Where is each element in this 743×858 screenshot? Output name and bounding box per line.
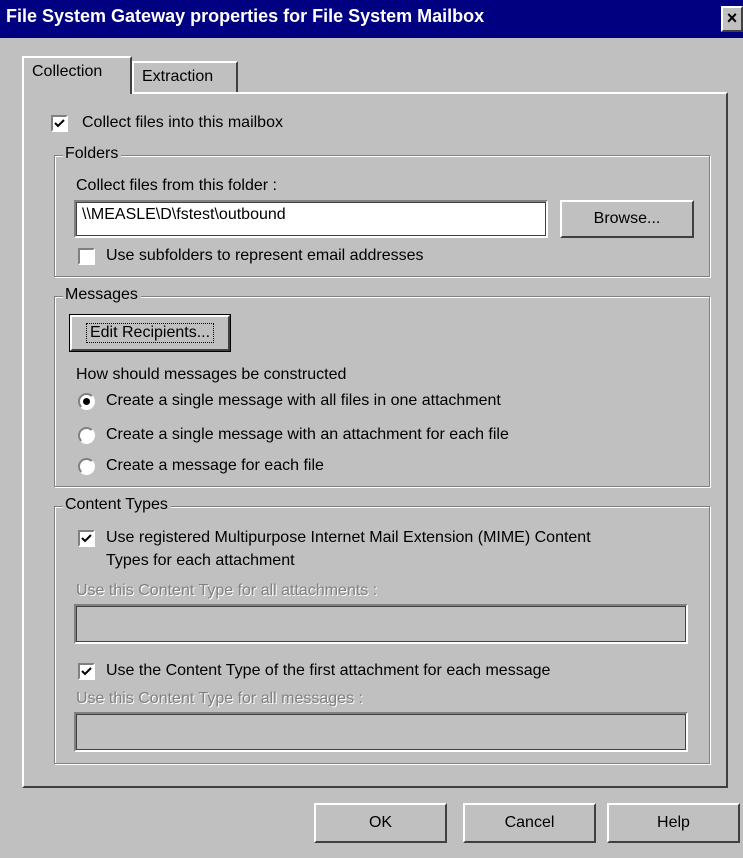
messages-content-type-input[interactable] [74,712,688,752]
messages-legend: Messages [63,286,141,304]
close-button[interactable]: × [721,6,743,32]
tab-extraction-label: Extraction [142,68,214,85]
radio-single-message-attachment-each-file[interactable] [78,427,95,444]
first-attachment-checkbox[interactable] [78,663,95,680]
radio-dot-icon [83,398,90,405]
cancel-button[interactable]: Cancel [463,803,596,843]
content-types-legend: Content Types [63,496,171,514]
radio-message-each-file-label: Create a message for each file [106,457,324,474]
ok-button-label: OK [368,814,393,831]
close-icon: × [726,8,738,28]
ok-button[interactable]: OK [314,803,447,843]
mime-label-line2: Types for each attachment [106,552,295,569]
subfolders-label: Use subfolders to represent email addres… [106,247,424,264]
title-bar: File System Gateway properties for File … [0,0,743,38]
browse-button-label: Browse... [593,210,661,227]
radio-single-message-one-attachment-label: Create a single message with all files i… [106,392,501,409]
help-button-label: Help [657,814,690,831]
tab-extraction[interactable]: Extraction [132,61,238,92]
attachments-content-type-input[interactable] [74,604,688,644]
attachments-content-type-label: Use this Content Type for all attachment… [76,582,378,599]
edit-recipients-button[interactable]: Edit Recipients... [69,314,231,352]
tab-collection[interactable]: Collection [22,56,132,94]
radio-single-message-attachment-each-file-label: Create a single message with an attachme… [106,426,509,443]
folder-path-value: \\MEASLE\D\fstest\outbound [82,206,286,223]
browse-button[interactable]: Browse... [560,200,694,238]
collect-files-label: Collect files into this mailbox [82,114,283,131]
folder-path-label: Collect files from this folder : [76,177,277,194]
collect-files-checkbox[interactable] [51,115,68,132]
tab-collection-label: Collection [32,63,103,80]
subfolders-checkbox[interactable] [78,248,95,265]
radio-message-each-file[interactable] [78,458,95,475]
folder-path-input[interactable]: \\MEASLE\D\fstest\outbound [74,200,548,238]
messages-content-type-label: Use this Content Type for all messages : [76,690,363,707]
checkmark-icon [81,667,92,676]
checkmark-icon [81,534,92,543]
construct-question-label: How should messages be constructed [76,366,347,383]
dialog-title: File System Gateway properties for File … [6,6,485,26]
mime-checkbox[interactable] [78,530,95,547]
radio-single-message-one-attachment[interactable] [78,393,95,410]
first-attachment-label: Use the Content Type of the first attach… [106,662,551,679]
edit-recipients-label: Edit Recipients... [85,323,215,343]
folders-legend: Folders [63,145,122,163]
cancel-button-label: Cancel [504,814,555,831]
checkmark-icon [54,119,65,128]
help-button[interactable]: Help [607,803,740,843]
mime-label-line1: Use registered Multipurpose Internet Mai… [106,529,591,546]
